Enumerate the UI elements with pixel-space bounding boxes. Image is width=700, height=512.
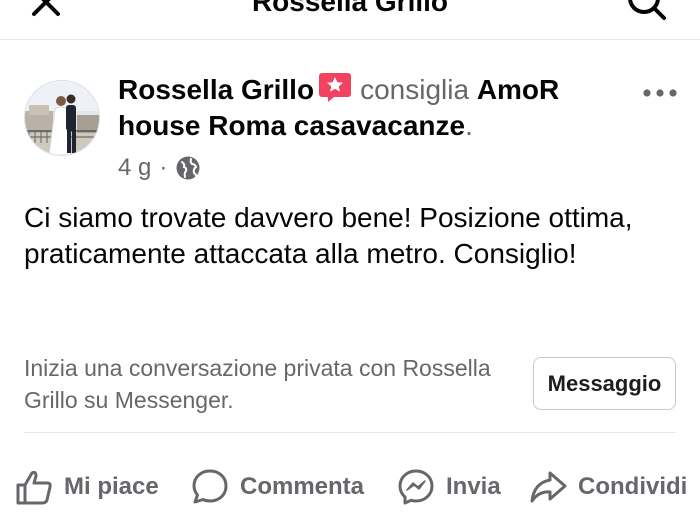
meta-separator: ·: [159, 154, 168, 181]
search-icon[interactable]: [622, 0, 670, 30]
avatar[interactable]: [24, 80, 100, 156]
action-bar: Mi piace Commenta Invia Condividi: [0, 462, 700, 512]
page-title: Rossella Grillo: [251, 0, 449, 17]
more-icon[interactable]: [640, 78, 680, 108]
recommends-label: consiglia: [360, 74, 470, 105]
messenger-icon: [398, 469, 434, 505]
recommendation-badge-icon: [319, 73, 352, 102]
send-label: Invia: [446, 473, 501, 500]
post-timestamp[interactable]: 4 g: [118, 154, 151, 182]
comment-label: Commenta: [240, 473, 365, 500]
author-name[interactable]: Rossella Grillo: [118, 74, 314, 105]
share-label: Condividi: [578, 473, 688, 500]
share-icon: [530, 471, 567, 503]
like-label: Mi piace: [64, 473, 159, 500]
like-icon: [16, 470, 52, 505]
top-bar: Rossella Grillo: [0, 0, 700, 40]
comment-icon: [192, 469, 228, 504]
share-button[interactable]: Condividi: [528, 462, 687, 512]
divider: [24, 432, 676, 433]
messenger-prompt: Inizia una conversazione privata con Ros…: [24, 355, 491, 413]
post-body: Ci siamo trovate davvero bene! Posizione…: [24, 202, 633, 269]
like-button[interactable]: Mi piace: [14, 462, 159, 512]
send-button[interactable]: Invia: [396, 462, 501, 512]
post-header: Rossella Grillo consiglia AmoR house Rom…: [118, 72, 638, 144]
comment-button[interactable]: Commenta: [190, 462, 364, 512]
message-button[interactable]: Messaggio: [533, 357, 676, 410]
header-period: .: [465, 110, 473, 141]
post-meta: 4 g ·: [118, 152, 201, 184]
globe-icon: [176, 156, 200, 180]
